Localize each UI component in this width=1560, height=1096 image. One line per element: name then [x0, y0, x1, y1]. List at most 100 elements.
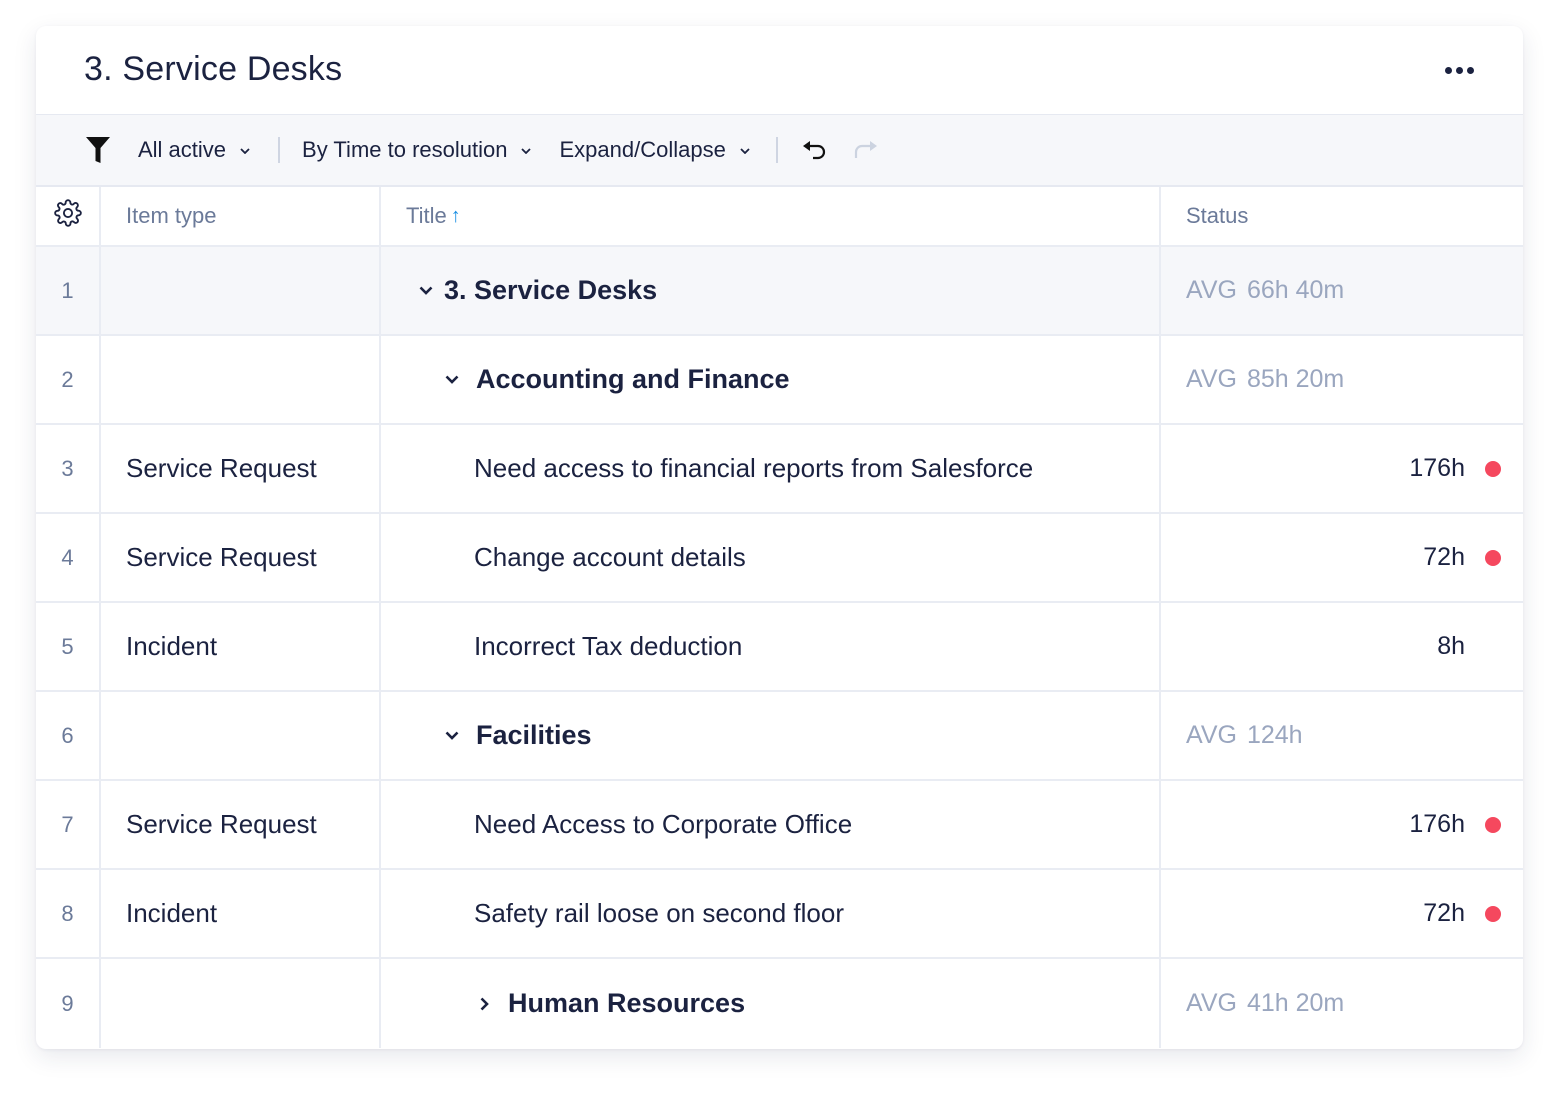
item-title: Safety rail loose on second floor	[474, 898, 844, 928]
overdue-status-dot	[1485, 905, 1501, 922]
column-header-status[interactable]: Status	[1161, 187, 1523, 245]
table-row[interactable]: 5 Incident Incorrect Tax deduction 8h	[36, 603, 1523, 692]
table-row[interactable]: 4 Service Request Change account details 72…	[36, 514, 1523, 603]
expand-collapse-label: Expand/Collapse	[559, 137, 726, 162]
column-header-label: Item type	[126, 203, 217, 228]
group-row[interactable]: 9 Human Resources AVG 41h 20m	[36, 959, 1523, 1048]
item-type-cell[interactable]: Service Request	[101, 425, 381, 512]
title-cell[interactable]: Need access to financial reports from Sa…	[381, 425, 1161, 512]
table-row[interactable]: 8 Incident Safety rail loose on second flo…	[36, 870, 1523, 959]
title-cell[interactable]: Incorrect Tax deduction	[381, 603, 1161, 690]
chevron-down-icon[interactable]	[442, 731, 462, 740]
group-title: 3. Service Desks	[444, 275, 658, 305]
avg-label: AVG	[1186, 365, 1237, 393]
item-type-text: Incident	[126, 631, 218, 661]
title-cell[interactable]: Safety rail loose on second floor	[381, 870, 1161, 957]
avg-label: AVG	[1186, 721, 1237, 749]
row-number: 6	[36, 692, 101, 779]
item-type-text: Service Request	[126, 453, 317, 483]
time-to-resolution: 72h	[1423, 543, 1465, 571]
card-title: 3. Service Desks	[84, 50, 343, 88]
filter-dropdown-label: All active	[138, 137, 227, 162]
title-cell[interactable]: Need Access to Corporate Office	[381, 781, 1161, 868]
chevron-down-icon[interactable]	[416, 286, 436, 295]
chevron-down-icon[interactable]	[442, 375, 462, 384]
more-options-button[interactable]	[1445, 64, 1475, 76]
row-number: 9	[36, 959, 101, 1048]
item-type-cell[interactable]: Incident	[101, 603, 381, 690]
time-to-resolution: 8h	[1437, 632, 1465, 660]
item-type-cell[interactable]: Incident	[101, 870, 381, 957]
status-cell[interactable]: 72h	[1161, 514, 1523, 601]
row-number: 4	[36, 514, 101, 601]
group-row[interactable]: 2 Accounting and Finance AVG 85h 20m	[36, 336, 1523, 425]
row-number: 3	[36, 425, 101, 512]
more-horizontal-icon-dot	[1456, 66, 1463, 74]
time-to-resolution: 72h	[1423, 899, 1465, 927]
filter-dropdown[interactable]: All active	[138, 137, 250, 163]
overdue-status-dot	[1485, 549, 1501, 566]
item-type-cell[interactable]	[101, 336, 381, 423]
item-title: Need Access to Corporate Office	[474, 809, 853, 839]
item-title: Need access to financial reports from Sa…	[474, 453, 1034, 483]
column-header-title[interactable]: Title ↑	[381, 187, 1161, 245]
avg-value: 66h 40m	[1246, 276, 1345, 304]
avg-label: AVG	[1186, 276, 1237, 304]
chevron-right-icon[interactable]	[474, 997, 494, 1011]
group-row[interactable]: 6 Facilities AVG 124h	[36, 692, 1523, 781]
status-cell[interactable]: 72h	[1161, 870, 1523, 957]
column-settings-button[interactable]	[36, 187, 101, 245]
grid-body: 1 3. Service Desks AVG 66h 40m 2 Accounting a…	[36, 247, 1523, 1048]
toolbar-divider	[775, 137, 778, 163]
avg-value: 41h 20m	[1246, 989, 1345, 1017]
undo-icon[interactable]	[802, 139, 828, 161]
group-title: Human Resources	[508, 988, 746, 1018]
card-header: 3. Service Desks	[36, 26, 1523, 115]
item-type-text: Incident	[126, 898, 218, 928]
row-number: 1	[36, 247, 101, 334]
item-type-cell[interactable]	[101, 692, 381, 779]
column-header-item-type[interactable]: Item type	[101, 187, 381, 245]
status-cell[interactable]: AVG 124h	[1161, 692, 1523, 779]
title-cell[interactable]: Human Resources	[381, 959, 1161, 1048]
table-row[interactable]: 3 Service Request Need access to financial…	[36, 425, 1523, 514]
row-number: 7	[36, 781, 101, 868]
row-number: 2	[36, 336, 101, 423]
status-cell[interactable]: 176h	[1161, 425, 1523, 512]
status-cell[interactable]: AVG 85h 20m	[1161, 336, 1523, 423]
group-row[interactable]: 1 3. Service Desks AVG 66h 40m	[36, 247, 1523, 336]
title-cell[interactable]: 3. Service Desks	[381, 247, 1161, 334]
overdue-status-dot	[1485, 816, 1501, 833]
chevron-down-icon	[240, 143, 250, 157]
status-cell[interactable]: AVG 66h 40m	[1161, 247, 1523, 334]
item-type-cell[interactable]: Service Request	[101, 781, 381, 868]
sort-dropdown[interactable]: By Time to resolution	[302, 137, 532, 163]
filter-icon[interactable]	[86, 137, 110, 163]
item-type-cell[interactable]	[101, 959, 381, 1048]
avg-value: 124h	[1246, 721, 1303, 749]
title-cell[interactable]: Facilities	[381, 692, 1161, 779]
status-cell[interactable]: 176h	[1161, 781, 1523, 868]
group-average: AVG 85h 20m	[1186, 365, 1344, 394]
expand-collapse-dropdown[interactable]: Expand/Collapse	[559, 137, 750, 163]
group-average: AVG 41h 20m	[1186, 989, 1344, 1018]
redo-icon[interactable]	[852, 139, 878, 161]
column-header-label: Status	[1186, 203, 1249, 228]
title-cell[interactable]: Accounting and Finance	[381, 336, 1161, 423]
item-type-cell[interactable]: Service Request	[101, 514, 381, 601]
toolbar-divider	[278, 137, 281, 163]
group-average: AVG 66h 40m	[1186, 276, 1344, 305]
row-number: 5	[36, 603, 101, 690]
title-cell[interactable]: Change account details	[381, 514, 1161, 601]
chevron-down-icon	[740, 143, 750, 157]
status-cell[interactable]: 8h	[1161, 603, 1523, 690]
column-header-label: Title	[406, 203, 447, 228]
item-type-text: Service Request	[126, 809, 317, 839]
toolbar: All active By Time to resolution Expand/…	[36, 115, 1523, 187]
table-row[interactable]: 7 Service Request Need Access to Corporate…	[36, 781, 1523, 870]
item-type-cell[interactable]	[101, 247, 381, 334]
chevron-down-icon	[521, 143, 532, 157]
status-cell[interactable]: AVG 41h 20m	[1161, 959, 1523, 1048]
sort-dropdown-label: By Time to resolution	[302, 137, 508, 162]
grid-header-row: Item type Title ↑ Status	[36, 187, 1523, 247]
